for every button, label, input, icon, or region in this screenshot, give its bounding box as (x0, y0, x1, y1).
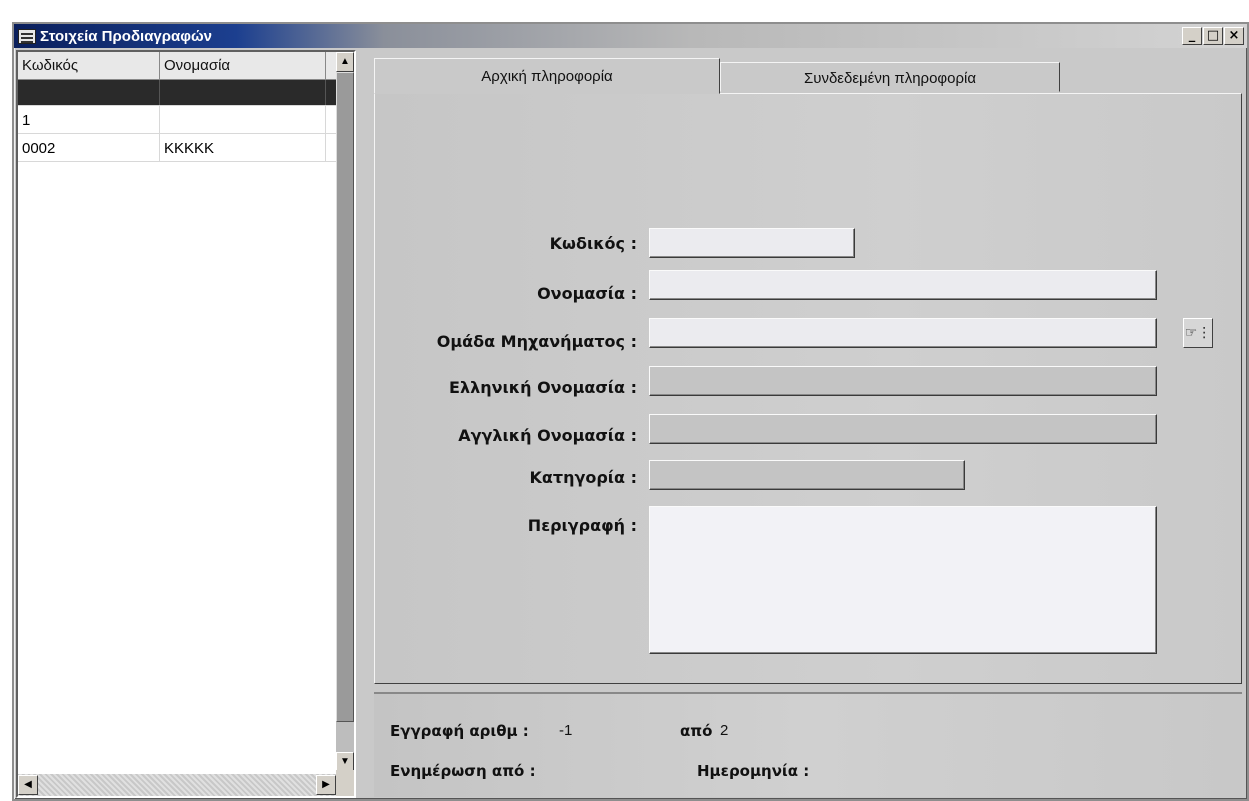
machine-group-lookup-button[interactable]: ☞⋮ (1183, 318, 1213, 348)
description-field[interactable] (649, 506, 1157, 654)
english-name-label: Αγγλική Ονομασία : (458, 426, 637, 445)
table-row[interactable]: 0002 KKKKK (18, 134, 354, 162)
tab-panel: Κωδικός : Ονομασία : Ομάδα Μηχανήματος :… (374, 93, 1242, 684)
code-field[interactable] (649, 228, 855, 258)
main-window: Στοιχεία Προδιαγραφών _ □ × Κωδικός Ονομ… (12, 22, 1249, 801)
name-label: Ονομασία : (537, 284, 637, 303)
minimize-button[interactable]: _ (1182, 27, 1202, 45)
record-number-label: Εγγραφή αριθμ : (390, 722, 529, 740)
scroll-up-button[interactable]: ▲ (336, 52, 354, 72)
hand-pointer-icon: ☞⋮ (1184, 324, 1212, 340)
greek-name-label: Ελληνική Ονομασία : (449, 378, 637, 397)
english-name-field (649, 414, 1157, 444)
record-status-bar: Εγγραφή αριθμ : -1 από 2 Ενημέρωση από :… (374, 692, 1242, 797)
form-icon (18, 28, 36, 44)
greek-name-field (649, 366, 1157, 396)
title-bar[interactable]: Στοιχεία Προδιαγραφών _ □ × (14, 24, 1247, 48)
records-grid[interactable]: Κωδικός Ονομασία 1 0002 KKKKK ▲ ▼ ◀ ▶ (16, 50, 356, 798)
machine-group-label: Ομάδα Μηχανήματος : (436, 332, 637, 351)
machine-group-field[interactable] (649, 318, 1157, 348)
cell-name (160, 80, 326, 105)
record-of-label: από (680, 722, 713, 740)
horizontal-scrollbar[interactable]: ◀ ▶ (18, 774, 336, 796)
cell-code: 0002 (18, 134, 160, 161)
category-field (649, 460, 965, 490)
scroll-corner (336, 770, 354, 796)
cell-code: 1 (18, 106, 160, 133)
table-row[interactable] (18, 80, 354, 106)
grid-header: Κωδικός Ονομασία (18, 52, 354, 80)
close-button[interactable]: × (1224, 27, 1244, 45)
window-title: Στοιχεία Προδιαγραφών (40, 27, 213, 45)
category-label: Κατηγορία : (529, 468, 637, 487)
column-header-code[interactable]: Κωδικός (18, 52, 160, 79)
description-label: Περιγραφή : (527, 516, 637, 535)
column-header-name[interactable]: Ονομασία (160, 52, 326, 79)
code-label: Κωδικός : (549, 234, 637, 253)
maximize-button[interactable]: □ (1203, 27, 1223, 45)
record-number-value: -1 (559, 722, 573, 739)
scroll-thumb[interactable] (336, 72, 354, 722)
name-field[interactable] (649, 270, 1157, 300)
updated-by-label: Ενημέρωση από : (390, 762, 536, 780)
table-row[interactable]: 1 (18, 106, 354, 134)
scroll-left-button[interactable]: ◀ (18, 775, 38, 795)
window-controls: _ □ × (1182, 27, 1244, 45)
scroll-down-button[interactable]: ▼ (336, 752, 354, 772)
tab-container: Αρχική πληροφορία Συνδεδεμένη πληροφορία… (374, 58, 1242, 684)
tab-basic-info[interactable]: Αρχική πληροφορία (374, 58, 720, 94)
vertical-scrollbar[interactable]: ▲ ▼ (336, 52, 354, 772)
cell-name (160, 106, 326, 133)
record-total-value: 2 (720, 722, 729, 739)
cell-name: KKKKK (160, 134, 326, 161)
scroll-right-button[interactable]: ▶ (316, 775, 336, 795)
cell-code (18, 80, 160, 105)
tab-linked-info[interactable]: Συνδεδεμένη πληροφορία (720, 62, 1060, 92)
date-label: Ημερομηνία : (697, 762, 810, 780)
